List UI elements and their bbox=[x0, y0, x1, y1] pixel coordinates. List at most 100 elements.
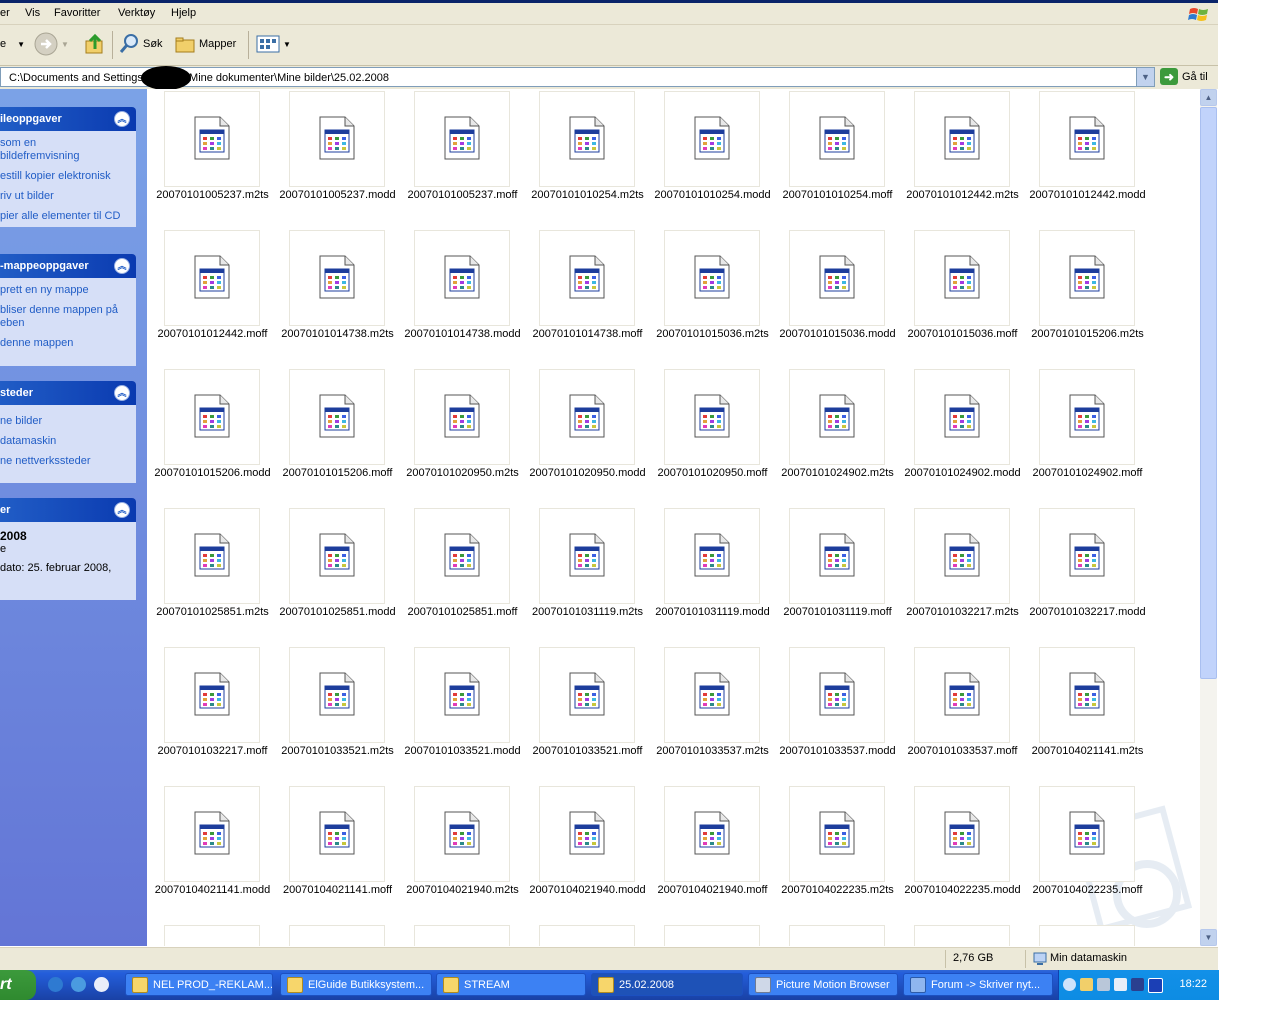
go-button[interactable]: ➜ Gå til bbox=[1160, 68, 1208, 85]
file-tile[interactable]: 20070101020950.m2ts bbox=[400, 367, 525, 506]
file-tile[interactable]: 20070101025851.modd bbox=[275, 506, 400, 645]
scroll-up-button[interactable]: ▲ bbox=[1200, 89, 1217, 106]
menu-favorites[interactable]: Favoritter bbox=[54, 7, 100, 19]
file-tile[interactable] bbox=[400, 923, 525, 946]
file-tile[interactable]: 20070104022235.modd bbox=[900, 784, 1025, 923]
file-tile[interactable]: 20070104022235.m2ts bbox=[775, 784, 900, 923]
taskbar-button-current-folder[interactable]: 25.02.2008 bbox=[591, 973, 743, 996]
file-tile[interactable]: 20070101014738.moff bbox=[525, 228, 650, 367]
file-tile[interactable]: 20070104022235.moff bbox=[1025, 784, 1150, 923]
file-tile[interactable]: 20070101015206.moff bbox=[275, 367, 400, 506]
task-link-slideshow[interactable]: som en bbox=[0, 137, 136, 150]
file-tile[interactable] bbox=[150, 923, 275, 946]
tray-security-icon[interactable] bbox=[1114, 978, 1127, 991]
file-tile[interactable]: 20070101032217.modd bbox=[1025, 506, 1150, 645]
file-tile[interactable]: 20070101033521.moff bbox=[525, 645, 650, 784]
file-tile[interactable]: 20070104021141.m2ts bbox=[1025, 645, 1150, 784]
file-tile[interactable]: 20070101032217.m2ts bbox=[900, 506, 1025, 645]
file-tile[interactable]: 20070101020950.moff bbox=[650, 367, 775, 506]
panel-header[interactable]: steder ︽ bbox=[0, 381, 136, 405]
up-folder-button[interactable] bbox=[84, 31, 106, 57]
place-link-my-pictures[interactable]: ne bilder bbox=[0, 415, 136, 428]
file-tile[interactable] bbox=[1025, 923, 1150, 946]
file-tile[interactable]: 20070101005237.modd bbox=[275, 89, 400, 228]
task-link-publish[interactable]: bliser denne mappen på bbox=[0, 304, 136, 317]
browser-quicklaunch-icon[interactable] bbox=[71, 977, 86, 992]
tray-expand-icon[interactable] bbox=[1063, 978, 1076, 991]
file-tile[interactable]: 20070101033537.m2ts bbox=[650, 645, 775, 784]
file-tile[interactable]: 20070101015206.m2ts bbox=[1025, 228, 1150, 367]
file-tile[interactable]: 20070101024902.moff bbox=[1025, 367, 1150, 506]
place-link-network[interactable]: ne nettverkssteder bbox=[0, 455, 136, 468]
file-tile[interactable] bbox=[525, 923, 650, 946]
file-tile[interactable]: 20070101033537.moff bbox=[900, 645, 1025, 784]
task-link-share[interactable]: denne mappen bbox=[0, 337, 136, 350]
file-tile[interactable]: 20070101010254.modd bbox=[650, 89, 775, 228]
file-tile[interactable]: 20070104021940.moff bbox=[650, 784, 775, 923]
file-tile[interactable]: 20070101012442.moff bbox=[150, 228, 275, 367]
file-tile[interactable]: 20070101010254.moff bbox=[775, 89, 900, 228]
file-tile[interactable]: 20070101024902.m2ts bbox=[775, 367, 900, 506]
file-tile[interactable]: 20070101033521.m2ts bbox=[275, 645, 400, 784]
file-tile[interactable]: 20070101025851.m2ts bbox=[150, 506, 275, 645]
place-link-my-computer[interactable]: datamaskin bbox=[0, 435, 136, 448]
file-tile[interactable] bbox=[900, 923, 1025, 946]
task-link-slideshow-2[interactable]: bildefremvisning bbox=[0, 150, 136, 163]
panel-header[interactable]: er ︽ bbox=[0, 498, 136, 522]
tray-media-icon[interactable] bbox=[1148, 978, 1163, 993]
file-tile[interactable]: 20070104021141.moff bbox=[275, 784, 400, 923]
search-button[interactable]: Søk bbox=[118, 31, 163, 57]
media-player-icon[interactable] bbox=[94, 977, 109, 992]
collapse-chevron-icon[interactable]: ︽ bbox=[114, 502, 130, 518]
taskbar-button-stream[interactable]: STREAM bbox=[436, 973, 586, 996]
file-tile[interactable]: 20070101031119.modd bbox=[650, 506, 775, 645]
taskbar-button-elguide[interactable]: ElGuide Butikksystem... bbox=[280, 973, 432, 996]
tray-network-icon[interactable] bbox=[1097, 978, 1110, 991]
file-tile[interactable]: 20070101010254.m2ts bbox=[525, 89, 650, 228]
panel-header[interactable]: -mappeoppgaver ︽ bbox=[0, 254, 136, 278]
collapse-chevron-icon[interactable]: ︽ bbox=[114, 385, 130, 401]
file-tile[interactable]: 20070101032217.moff bbox=[150, 645, 275, 784]
task-link-order-prints[interactable]: estill kopier elektronisk bbox=[0, 170, 136, 183]
tray-display-icon[interactable] bbox=[1131, 978, 1144, 991]
address-field[interactable]: C:\Documents and Settings\ \Mine dokument… bbox=[0, 66, 1155, 90]
back-button[interactable]: e ▼ bbox=[0, 31, 25, 57]
file-tile[interactable]: 20070101020950.modd bbox=[525, 367, 650, 506]
vertical-scrollbar[interactable]: ▲ ▼ bbox=[1200, 89, 1217, 946]
scroll-thumb[interactable] bbox=[1200, 107, 1217, 679]
taskbar-button-nel-prod[interactable]: NEL PROD_-REKLAM... bbox=[125, 973, 273, 996]
collapse-chevron-icon[interactable]: ︽ bbox=[114, 111, 130, 127]
file-tile[interactable]: 20070101012442.m2ts bbox=[900, 89, 1025, 228]
task-link-print[interactable]: riv ut bilder bbox=[0, 190, 136, 203]
address-dropdown-button[interactable]: ▼ bbox=[1136, 68, 1154, 86]
file-tile[interactable] bbox=[650, 923, 775, 946]
file-tile[interactable]: 20070101014738.modd bbox=[400, 228, 525, 367]
menu-file[interactable]: er bbox=[0, 7, 10, 19]
collapse-chevron-icon[interactable]: ︽ bbox=[114, 258, 130, 274]
file-tile[interactable]: 20070101025851.moff bbox=[400, 506, 525, 645]
taskbar-button-picture-motion-browser[interactable]: Picture Motion Browser bbox=[748, 973, 898, 996]
file-tile[interactable]: 20070104021141.modd bbox=[150, 784, 275, 923]
menu-help[interactable]: Hjelp bbox=[171, 7, 196, 19]
folders-button[interactable]: Mapper bbox=[174, 31, 236, 57]
start-button[interactable]: rt bbox=[0, 970, 36, 1000]
internet-explorer-icon[interactable] bbox=[48, 977, 63, 992]
file-tile[interactable]: 20070101012442.modd bbox=[1025, 89, 1150, 228]
file-tile[interactable] bbox=[775, 923, 900, 946]
file-tile[interactable]: 20070101033521.modd bbox=[400, 645, 525, 784]
menu-view[interactable]: Vis bbox=[25, 7, 40, 19]
task-link-publish-2[interactable]: eben bbox=[0, 317, 136, 330]
file-tile[interactable]: 20070104021940.modd bbox=[525, 784, 650, 923]
file-tile[interactable]: 20070101005237.moff bbox=[400, 89, 525, 228]
file-tile[interactable] bbox=[275, 923, 400, 946]
file-tile[interactable]: 20070101015036.modd bbox=[775, 228, 900, 367]
forward-button[interactable]: ▼ bbox=[34, 31, 69, 57]
panel-header[interactable]: ileoppgaver ︽ bbox=[0, 107, 136, 131]
file-tile[interactable]: 20070104021940.m2ts bbox=[400, 784, 525, 923]
task-link-new-folder[interactable]: prett en ny mappe bbox=[0, 284, 136, 297]
file-tile[interactable]: 20070101024902.modd bbox=[900, 367, 1025, 506]
file-tile[interactable]: 20070101015036.m2ts bbox=[650, 228, 775, 367]
file-tile[interactable]: 20070101031119.m2ts bbox=[525, 506, 650, 645]
tray-app-icon[interactable] bbox=[1080, 978, 1093, 991]
views-button[interactable]: ▼ bbox=[256, 31, 291, 57]
